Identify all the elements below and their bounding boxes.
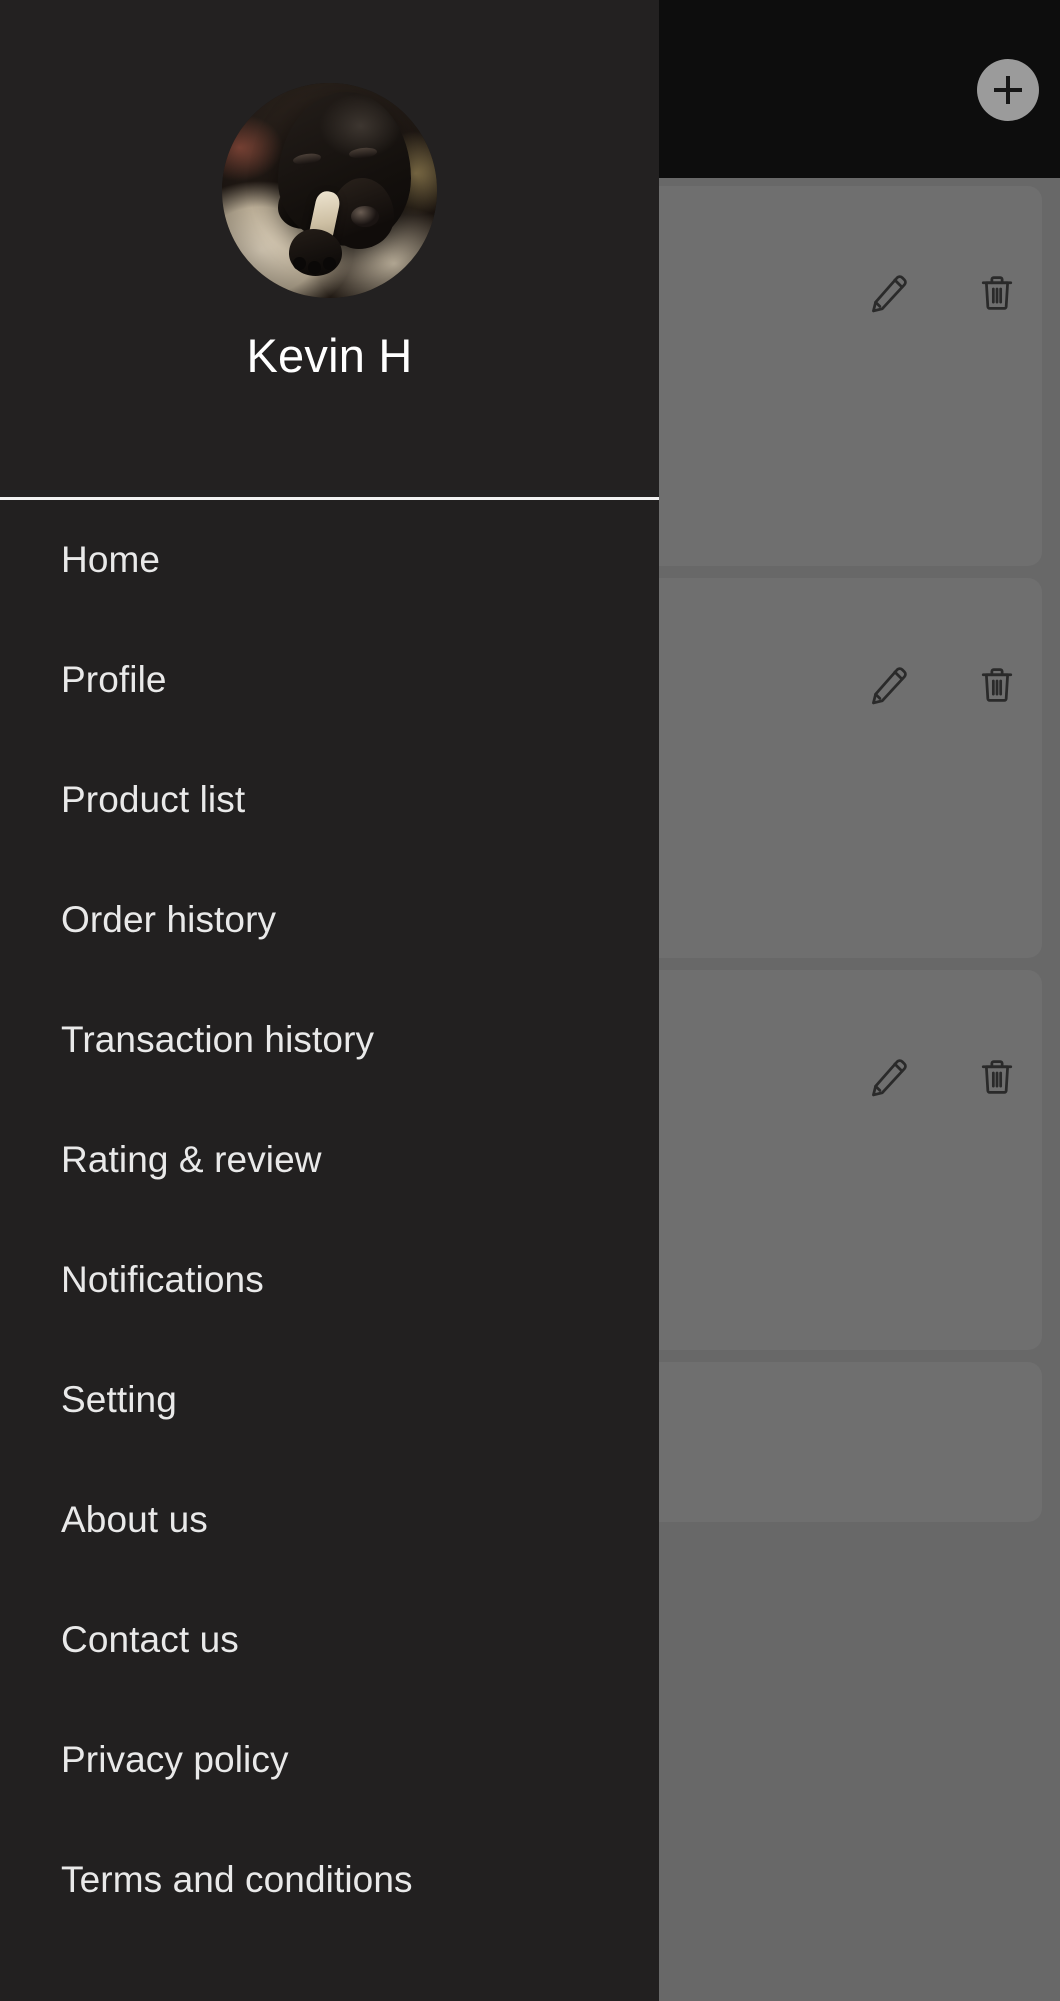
delete-button[interactable] (974, 662, 1020, 708)
sidebar-item-label: Privacy policy (61, 1739, 289, 1780)
plus-icon (989, 71, 1027, 109)
pencil-icon (867, 271, 911, 315)
sidebar-item-notifications[interactable]: Notifications (0, 1220, 659, 1340)
edit-button[interactable] (866, 1054, 912, 1100)
avatar[interactable] (222, 83, 437, 298)
sidebar-item-profile[interactable]: Profile (0, 620, 659, 740)
sidebar-item-home[interactable]: Home (0, 500, 659, 620)
delete-button[interactable] (974, 1054, 1020, 1100)
sidebar-item-label: Home (61, 539, 161, 580)
sidebar-item-contact-us[interactable]: Contact us (0, 1580, 659, 1700)
card-actions (866, 662, 1020, 708)
delete-button[interactable] (974, 270, 1020, 316)
sidebar-item-label: About us (61, 1499, 208, 1540)
sidebar-item-label: Notifications (61, 1259, 264, 1300)
card-actions (866, 270, 1020, 316)
drawer-header: Kevin H (0, 0, 659, 497)
card-actions (866, 1054, 1020, 1100)
pencil-icon (867, 1055, 911, 1099)
sidebar-item-label: Order history (61, 899, 277, 940)
edit-button[interactable] (866, 662, 912, 708)
sidebar-item-label: Terms and conditions (61, 1859, 413, 1900)
page-title: Kevin H (246, 329, 413, 382)
edit-button[interactable] (866, 270, 912, 316)
user-avatar-dog-photo (222, 83, 437, 298)
screen-root: Kevin H Home Profile Product list Order … (0, 0, 1060, 2001)
sidebar-item-label: Product list (61, 779, 246, 820)
drawer-menu: Home Profile Product list Order history … (0, 500, 659, 1940)
sidebar-item-rating-review[interactable]: Rating & review (0, 1100, 659, 1220)
sidebar-item-terms-and-conditions[interactable]: Terms and conditions (0, 1820, 659, 1940)
sidebar-item-about-us[interactable]: About us (0, 1460, 659, 1580)
navigation-drawer: Kevin H Home Profile Product list Order … (0, 0, 659, 2001)
pencil-icon (867, 663, 911, 707)
trash-icon (975, 271, 1019, 315)
sidebar-item-label: Transaction history (61, 1019, 375, 1060)
sidebar-item-label: Setting (61, 1379, 177, 1420)
sidebar-item-label: Profile (61, 659, 167, 700)
sidebar-item-product-list[interactable]: Product list (0, 740, 659, 860)
sidebar-item-label: Contact us (61, 1619, 239, 1660)
trash-icon (975, 663, 1019, 707)
sidebar-item-order-history[interactable]: Order history (0, 860, 659, 980)
sidebar-item-privacy-policy[interactable]: Privacy policy (0, 1700, 659, 1820)
sidebar-item-setting[interactable]: Setting (0, 1340, 659, 1460)
add-button[interactable] (977, 59, 1039, 121)
sidebar-item-label: Rating & review (61, 1139, 322, 1180)
sidebar-item-transaction-history[interactable]: Transaction history (0, 980, 659, 1100)
trash-icon (975, 1055, 1019, 1099)
